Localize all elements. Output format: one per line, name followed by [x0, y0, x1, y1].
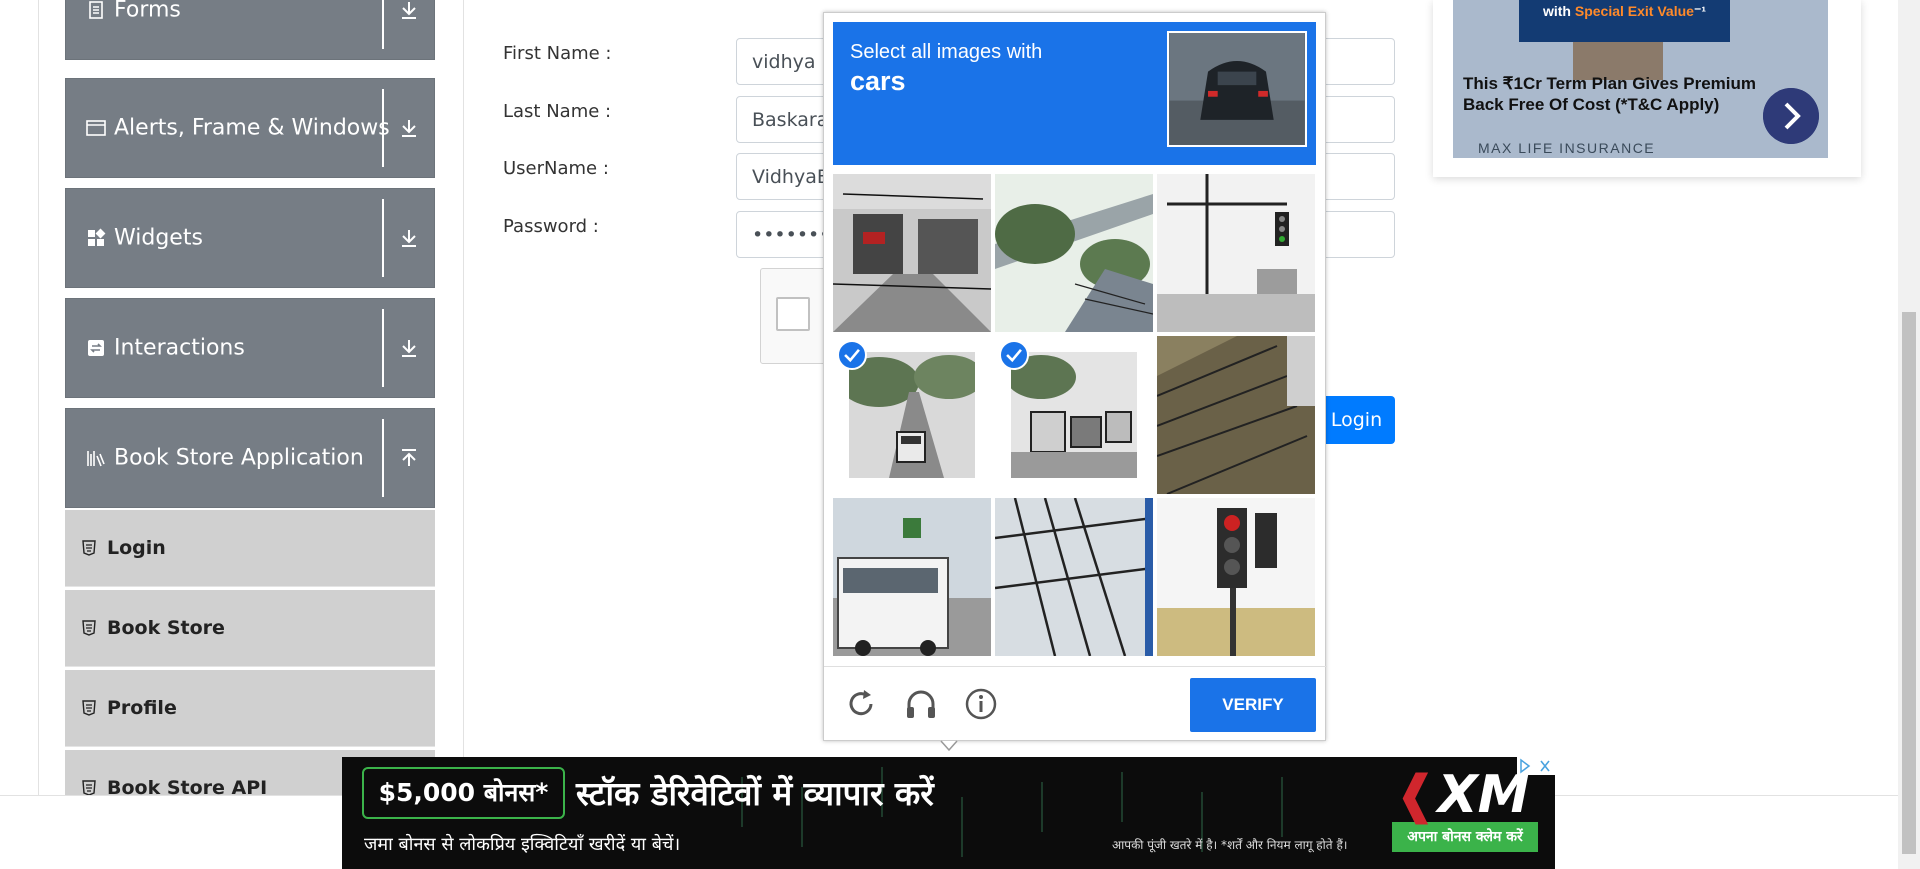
ad-banner-suffix: ⁻¹	[1693, 3, 1706, 19]
download-arrow-icon[interactable]	[397, 226, 421, 250]
widgets-icon	[88, 228, 106, 246]
ad-brand: MAX LIFE INSURANCE	[1478, 140, 1656, 156]
verify-button[interactable]: VERIFY	[1190, 678, 1316, 732]
captcha-tile[interactable]	[995, 498, 1153, 656]
divider	[382, 0, 384, 49]
document-icon	[89, 1, 103, 19]
info-icon[interactable]	[964, 687, 998, 721]
checkmark-icon	[999, 340, 1029, 370]
sidebar-group-label: Widgets	[114, 225, 203, 251]
ad-headline: This ₹1Cr Term Plan Gives Premium Back F…	[1463, 74, 1756, 114]
download-arrow-icon[interactable]	[397, 336, 421, 360]
captcha-tile[interactable]	[1157, 498, 1315, 656]
sidebar-group-book-store[interactable]: Book Store Application	[65, 408, 435, 508]
page-scrollbar[interactable]	[1898, 0, 1920, 869]
first-name-label: First Name :	[503, 43, 612, 64]
chevron-down-icon	[940, 740, 958, 752]
upload-arrow-icon[interactable]	[397, 446, 421, 470]
divider	[382, 89, 384, 167]
xm-bottom-ad[interactable]: $5,000 बोनस* स्टॉक डेरिवेटिवों में व्याप…	[342, 757, 1555, 869]
reload-icon[interactable]	[844, 687, 878, 721]
ad-banner-highlight: Special Exit Value	[1574, 3, 1694, 19]
captcha-tile-selected[interactable]	[995, 336, 1153, 494]
captcha-tile[interactable]	[995, 174, 1153, 332]
scrollbar-thumb[interactable]	[1902, 312, 1916, 854]
claim-bonus-button[interactable]: अपना बोनस क्लेम करें	[1392, 822, 1538, 852]
sidebar-group-alerts[interactable]: Alerts, Frame & Windows	[65, 78, 435, 178]
sidebar-group-interactions[interactable]: Interactions	[65, 298, 435, 398]
captcha-footer: VERIFY	[824, 666, 1327, 741]
sidebar-group-label: Book Store Application	[114, 445, 364, 471]
divider	[382, 419, 384, 497]
sidebar-group-label: Alerts, Frame & Windows	[114, 115, 390, 141]
ad-banner-text: with	[1542, 3, 1575, 19]
chevron-right-icon[interactable]	[1763, 88, 1819, 144]
sidebar-group-widgets[interactable]: Widgets	[65, 188, 435, 288]
sidebar-item-label: Book Store API	[107, 777, 268, 795]
sidebar-item-login[interactable]: Login	[65, 509, 435, 587]
captcha-tile[interactable]	[833, 174, 991, 332]
window-icon	[86, 120, 106, 136]
password-label: Password :	[503, 216, 599, 237]
captcha-tile-selected[interactable]	[833, 336, 991, 494]
sidebar-group-forms[interactable]: Forms	[65, 0, 435, 60]
html5-icon	[82, 540, 96, 556]
sidebar-item-book-store[interactable]: Book Store	[65, 589, 435, 667]
download-arrow-icon[interactable]	[397, 0, 421, 22]
bonus-badge: $5,000 बोनस*	[362, 767, 565, 819]
ad-banner: with Special Exit Value⁻¹	[1519, 0, 1730, 42]
books-icon	[87, 451, 105, 467]
html5-icon	[82, 620, 96, 636]
checkmark-icon	[837, 340, 867, 370]
ad-headline-hindi: स्टॉक डेरिवेटिवों में व्यापार करें	[576, 774, 934, 813]
sidebar: Forms Alerts, Frame & Windows Widgets In…	[65, 0, 435, 795]
headphones-icon[interactable]	[904, 687, 938, 721]
adchoices-close-icon[interactable]	[1517, 757, 1555, 775]
captcha-instruction: Select all images with	[850, 41, 1043, 63]
captcha-header: Select all images with cars	[833, 22, 1316, 165]
interactions-icon	[88, 340, 104, 356]
xm-logo-mark: ❰	[1394, 765, 1438, 825]
sidebar-item-label: Login	[107, 537, 166, 559]
sidebar-item-profile[interactable]: Profile	[65, 669, 435, 747]
xm-logo-text: XM	[1437, 765, 1530, 825]
login-button[interactable]: Login	[1318, 396, 1395, 444]
column-divider	[463, 0, 464, 795]
captcha-tile[interactable]	[1157, 174, 1315, 332]
divider	[382, 309, 384, 387]
sidebar-item-label: Book Store	[107, 617, 225, 639]
username-label: UserName :	[503, 158, 609, 179]
ad-disclaimer: आपकी पूंजी खतरे में है। *शर्तें और नियम …	[1112, 838, 1348, 852]
last-name-label: Last Name :	[503, 101, 612, 122]
xm-logo: ❰XM	[1394, 765, 1529, 825]
sidebar-group-label: Interactions	[114, 335, 245, 361]
insurance-ad[interactable]: with Special Exit Value⁻¹ This ₹1Cr Term…	[1433, 0, 1861, 177]
download-arrow-icon[interactable]	[397, 116, 421, 140]
html5-icon	[82, 780, 96, 795]
ad-image: with Special Exit Value⁻¹ This ₹1Cr Term…	[1453, 0, 1828, 158]
captcha-image-grid	[833, 174, 1316, 657]
captcha-sample-image	[1167, 31, 1307, 147]
captcha-challenge-dialog: Select all images with cars VERIFY	[823, 12, 1327, 741]
captcha-target: cars	[850, 66, 906, 96]
captcha-tile[interactable]	[1157, 336, 1315, 494]
sidebar-item-label: Profile	[107, 697, 177, 719]
left-border-line	[38, 0, 39, 795]
sidebar-group-label: Forms	[114, 0, 181, 23]
divider	[382, 199, 384, 277]
captcha-tile[interactable]	[833, 498, 991, 656]
recaptcha-checkbox[interactable]	[776, 297, 810, 331]
html5-icon	[82, 700, 96, 716]
ad-subtext-hindi: जमा बोनस से लोकप्रिय इक्विटियाँ खरीदें य…	[364, 834, 681, 855]
